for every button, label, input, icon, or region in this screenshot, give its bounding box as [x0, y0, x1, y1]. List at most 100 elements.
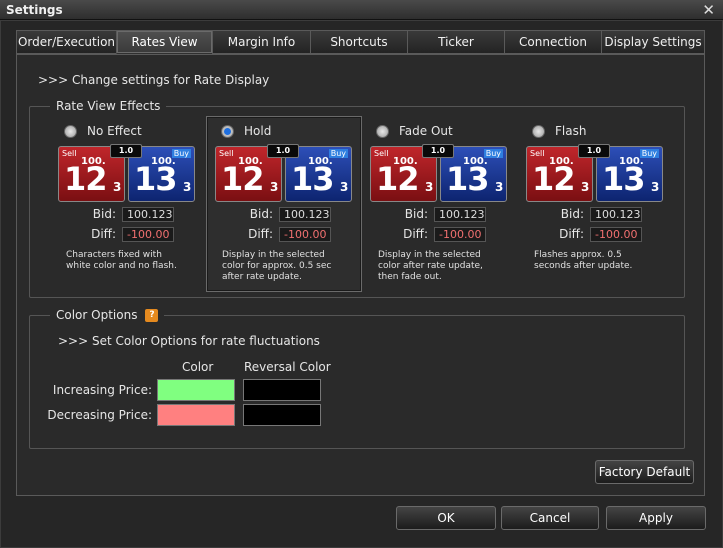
rate-display-header: >>> Change settings for Rate Display: [38, 73, 270, 87]
window-title: Settings: [6, 3, 63, 17]
desc-line: Display in the selected: [222, 250, 325, 260]
reversal-color-column-header: Reversal Color: [244, 360, 331, 374]
tab-ticker[interactable]: Ticker: [407, 30, 504, 54]
sell-label: Sell: [219, 149, 234, 158]
bid-label: Bid:: [249, 207, 273, 221]
effect-flash: Flash 1.0 Sell 100. 12 3 Buy 100. 13 3 B…: [520, 116, 676, 292]
spread-badge: 1.0: [110, 144, 142, 158]
sell-big-digits: 12: [376, 160, 420, 198]
spread-badge: 1.0: [578, 144, 610, 158]
radio-label: Flash: [555, 124, 587, 138]
radio-fade-out[interactable]: Fade Out: [376, 122, 453, 140]
diff-row: Diff: -100.00: [215, 226, 331, 242]
color-column-header: Color: [182, 360, 214, 374]
decreasing-price-label: Decreasing Price:: [47, 408, 152, 422]
rate-view-effects-legend: Rate View Effects: [50, 99, 167, 113]
increasing-price-label: Increasing Price:: [52, 383, 152, 397]
bid-label: Bid:: [560, 207, 584, 221]
help-icon[interactable]: ?: [145, 308, 159, 322]
radio-button[interactable]: [376, 124, 389, 138]
tab-rates-view[interactable]: Rates View: [116, 30, 212, 54]
sell-big-digits: 12: [221, 160, 265, 198]
bid-label: Bid:: [404, 207, 428, 221]
decreasing-color-swatch[interactable]: [157, 404, 235, 426]
diff-value: -100.00: [590, 226, 642, 242]
bid-value: 100.123: [590, 206, 642, 222]
radio-button[interactable]: [64, 124, 77, 138]
diff-value: -100.00: [279, 226, 331, 242]
sell-small-digit: 3: [113, 180, 122, 194]
effect-description: Characters fixed with white color and no…: [66, 250, 216, 272]
buy-big-digits: 13: [446, 160, 490, 198]
spread-badge: 1.0: [422, 144, 454, 158]
tab-shortcuts[interactable]: Shortcuts: [310, 30, 407, 54]
buy-small-digit: 3: [183, 180, 192, 194]
sell-small-digit: 3: [270, 180, 279, 194]
bid-label: Bid:: [92, 207, 116, 221]
bid-row: Bid: 100.123: [58, 206, 174, 222]
diff-label: Diff:: [91, 227, 116, 241]
quote-preview: 1.0 Sell 100. 12 3 Buy 100. 13 3: [58, 144, 196, 202]
diff-value: -100.00: [122, 226, 174, 242]
effect-fade-out: Fade Out 1.0 Sell 100. 12 3 Buy 100. 13 …: [364, 116, 520, 292]
color-options-legend: Color Options ?: [50, 308, 165, 322]
buy-small-digit: 3: [340, 180, 349, 194]
desc-line: white color and no flash.: [66, 261, 177, 271]
ok-button[interactable]: OK: [396, 506, 496, 530]
effect-description: Display in the selected color for approx…: [222, 250, 372, 283]
tab-order-execution[interactable]: Order/Execution: [16, 30, 116, 54]
tab-bar: Order/Execution Rates View Margin Info S…: [16, 30, 705, 54]
desc-line: color for approx. 0.5 sec: [222, 261, 332, 271]
decreasing-reversal-swatch[interactable]: [243, 404, 321, 426]
desc-line: Flashes approx. 0.5: [534, 250, 622, 260]
bid-row: Bid: 100.123: [370, 206, 486, 222]
buy-big-digits: 13: [602, 160, 646, 198]
tab-display-settings[interactable]: Display Settings: [601, 30, 705, 54]
effect-no-effect: No Effect 1.0 Sell 100. 12 3 Buy 100. 13…: [52, 116, 208, 292]
close-icon[interactable]: ✕: [702, 1, 715, 19]
radio-button[interactable]: [532, 124, 545, 138]
quote-preview: 1.0 Sell 100. 12 3 Buy 100. 13 3: [370, 144, 508, 202]
quote-preview: 1.0 Sell 100. 12 3 Buy 100. 13 3: [215, 144, 353, 202]
sell-label: Sell: [374, 149, 389, 158]
increasing-color-swatch[interactable]: [157, 379, 235, 401]
effect-hold: Hold 1.0 Sell 100. 12 3 Buy 100. 13 3 Bi…: [206, 116, 362, 292]
factory-default-button[interactable]: Factory Default: [595, 460, 694, 484]
desc-line: seconds after update.: [534, 261, 633, 271]
bid-value: 100.123: [279, 206, 331, 222]
diff-value: -100.00: [434, 226, 486, 242]
buy-small-digit: 3: [651, 180, 660, 194]
diff-label: Diff:: [559, 227, 584, 241]
effect-description: Display in the selected color after rate…: [378, 250, 528, 283]
quote-preview: 1.0 Sell 100. 12 3 Buy 100. 13 3: [526, 144, 664, 202]
sell-big-digits: 12: [532, 160, 576, 198]
title-bar: Settings ✕: [0, 0, 723, 20]
sell-label: Sell: [62, 149, 77, 158]
diff-row: Diff: -100.00: [370, 226, 486, 242]
sell-small-digit: 3: [581, 180, 590, 194]
tab-connection[interactable]: Connection: [504, 30, 601, 54]
buy-big-digits: 13: [134, 160, 178, 198]
diff-label: Diff:: [403, 227, 428, 241]
radio-label: No Effect: [87, 124, 142, 138]
radio-no-effect[interactable]: No Effect: [64, 122, 142, 140]
tab-margin-info[interactable]: Margin Info: [212, 30, 310, 54]
sell-small-digit: 3: [425, 180, 434, 194]
bid-row: Bid: 100.123: [526, 206, 642, 222]
radio-button[interactable]: [221, 124, 234, 138]
increasing-reversal-swatch[interactable]: [243, 379, 321, 401]
color-options-title: Color Options: [56, 308, 138, 322]
cancel-button[interactable]: Cancel: [501, 506, 599, 530]
apply-button[interactable]: Apply: [606, 506, 706, 530]
buy-small-digit: 3: [495, 180, 504, 194]
desc-line: Characters fixed with: [66, 250, 162, 260]
desc-line: Display in the selected: [378, 250, 481, 260]
sell-label: Sell: [530, 149, 545, 158]
color-options-subheader: >>> Set Color Options for rate fluctuati…: [58, 334, 320, 348]
bid-row: Bid: 100.123: [215, 206, 331, 222]
radio-hold[interactable]: Hold: [221, 122, 271, 140]
desc-line: color after rate update,: [378, 261, 483, 271]
radio-label: Fade Out: [399, 124, 453, 138]
radio-flash[interactable]: Flash: [532, 122, 586, 140]
desc-line: after rate update.: [222, 272, 302, 282]
